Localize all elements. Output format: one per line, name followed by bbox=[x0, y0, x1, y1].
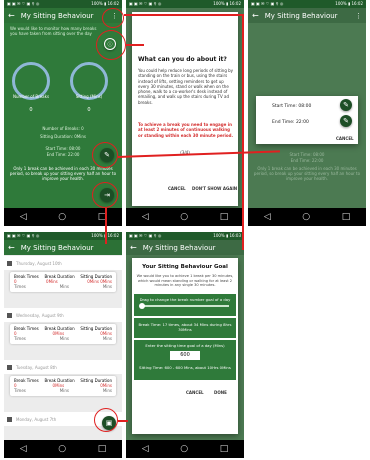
nav-bar: ◁ ○ □ bbox=[126, 440, 244, 458]
back-arrow-icon[interactable]: ← bbox=[252, 11, 259, 20]
nav-back-icon[interactable]: ◁ bbox=[20, 212, 27, 222]
connector-line bbox=[124, 14, 242, 16]
sitting-goal-input[interactable]: 600 bbox=[170, 351, 200, 360]
nav-recent-icon[interactable]: □ bbox=[220, 444, 229, 454]
app-title: My Sitting Behaviour bbox=[20, 243, 94, 252]
faded-end: End Time: 22:00 bbox=[290, 158, 324, 163]
help-cancel-button[interactable]: CANCEL bbox=[168, 186, 186, 191]
help-body: You could help reduce long periods of si… bbox=[138, 68, 234, 105]
sitting-value: 0 bbox=[87, 107, 91, 113]
sitting-label: Sitting (Mins) bbox=[75, 94, 103, 99]
calendar-icon bbox=[7, 416, 12, 422]
app-bar: ← My Sitting Behaviour bbox=[126, 240, 244, 255]
num-breaks-line: Number of Breaks: 0 bbox=[42, 126, 84, 131]
day-header: Thursday, August 10th bbox=[4, 256, 122, 270]
app-title: My Sitting Behaviour bbox=[264, 11, 338, 20]
breaks-label: Number of Breaks bbox=[12, 94, 50, 99]
status-bar: ▣ ▣ ✉ ♡ ▣ ⚲ ◎100% ▮ 16:02 bbox=[4, 0, 122, 8]
nav-recent-icon[interactable]: □ bbox=[98, 444, 107, 454]
footer-text: Only 1 break can be achieved in each 30 … bbox=[9, 166, 117, 181]
breaks-value: 0 bbox=[29, 107, 33, 113]
nav-home-icon[interactable]: ○ bbox=[180, 444, 188, 454]
goal-intro: We would like you to achieve 1 break per… bbox=[136, 274, 234, 288]
nav-home-icon[interactable]: ○ bbox=[58, 444, 66, 454]
day-card[interactable]: Break Times Break Duration Sitting Duratio… bbox=[10, 324, 116, 344]
day-header: Wednesday, August 9th bbox=[4, 308, 122, 322]
break-time-panel: Break Time: 17 times, about 34 Mins duri… bbox=[134, 318, 236, 338]
app-title: My Sitting Behaviour bbox=[142, 243, 216, 252]
nav-home-icon[interactable]: ○ bbox=[180, 212, 188, 222]
goal-slider[interactable] bbox=[139, 303, 229, 309]
back-arrow-icon[interactable]: ← bbox=[8, 11, 15, 20]
nav-bar: ◁ ○ □ bbox=[126, 208, 244, 226]
highlight-history-circle bbox=[92, 182, 118, 208]
screen-goal-dialog: ▣ ▣ ✉ ♡ ▣ ⚲ ◎ 100% ▮ 16:03 ← My Sitting B… bbox=[126, 232, 244, 458]
faded-start: Start Time: 08:00 bbox=[289, 152, 325, 157]
connector-line bbox=[126, 44, 144, 46]
highlight-goal-circle bbox=[94, 408, 118, 432]
goal-done-button[interactable]: DONE bbox=[214, 390, 227, 395]
status-bar: ▣ ▣ ✉ ♡ ▣ ⚲ ◎ 100% ▮ 16:03 bbox=[126, 232, 244, 240]
app-bar: ← My Sitting Behaviour ⋮ bbox=[248, 8, 366, 23]
status-bar: ▣ ▣ ✉ ♡ ▣ ⚲ ◎100% ▮ 16:02 bbox=[248, 0, 366, 8]
help-note: To achieve a break you need to engage in… bbox=[138, 122, 234, 138]
nav-bar: ◁ ○ □ bbox=[4, 440, 122, 458]
calendar-icon bbox=[7, 364, 12, 370]
goal-title: Your Sitting Behaviour Goal bbox=[142, 264, 228, 270]
screen-help-dialog: ▣ ▣ ✉ ♡ ▣ ⚲ ◎ 100% ▮ 16:02 What can you d… bbox=[126, 0, 244, 226]
goal-cancel-button[interactable]: CANCEL bbox=[186, 390, 204, 395]
nav-back-icon[interactable]: ◁ bbox=[142, 444, 149, 454]
dialog-end-time: End Time: 22:00 bbox=[272, 120, 309, 125]
nav-back-icon[interactable]: ◁ bbox=[142, 212, 149, 222]
edit-start-button[interactable]: ✎ bbox=[340, 99, 352, 111]
highlight-menu-circle bbox=[102, 8, 124, 28]
screen-time-dialog: ▣ ▣ ✉ ♡ ▣ ⚲ ◎ 100% ▮ 16:02 ← My Sitting B… bbox=[248, 0, 366, 226]
nav-home-icon[interactable]: ○ bbox=[58, 212, 66, 222]
time-cancel-button[interactable]: CANCEL bbox=[336, 136, 354, 141]
drag-panel: Drag to change the break number goal of … bbox=[134, 294, 236, 316]
day-card[interactable]: Break Times Break Duration Sitting Duratio… bbox=[10, 376, 116, 396]
highlight-info-circle bbox=[96, 30, 126, 60]
sitting-duration-line: Sitting Duration: 0Mins bbox=[40, 134, 86, 139]
status-bar: ▣ ▣ ✉ ♡ ▣ ⚲ ◎100% ▮ 16:02 bbox=[126, 0, 244, 8]
nav-bar: ◁ ○ □ bbox=[248, 208, 366, 226]
connector-line bbox=[105, 208, 107, 244]
time-dialog: Start Time: 08:00 ✎ End Time: 22:00 ✎ CA… bbox=[256, 96, 358, 144]
back-arrow-icon[interactable]: ← bbox=[8, 243, 15, 252]
connector-line bbox=[242, 14, 244, 250]
app-title: My Sitting Behaviour bbox=[20, 11, 94, 20]
day-card[interactable]: Break Times Break Duration Sitting Duratio… bbox=[10, 272, 116, 292]
nav-recent-icon[interactable]: □ bbox=[220, 212, 229, 222]
back-arrow-icon[interactable]: ← bbox=[130, 243, 137, 252]
nav-home-icon[interactable]: ○ bbox=[302, 212, 310, 222]
help-dialog: What can you do about it? You could help… bbox=[132, 12, 238, 206]
nav-recent-icon[interactable]: □ bbox=[342, 212, 351, 222]
faded-footer: Only 1 break can be achieved in each 30 … bbox=[253, 166, 361, 181]
dont-show-again-button[interactable]: DON'T SHOW AGAIN bbox=[192, 186, 237, 191]
goal-dialog: Your Sitting Behaviour Goal We would lik… bbox=[132, 258, 238, 434]
connector-line bbox=[118, 420, 128, 422]
intro-text: We would like to monitor how many breaks… bbox=[10, 26, 97, 36]
slider-thumb[interactable] bbox=[139, 303, 145, 309]
overflow-menu-icon[interactable]: ⋮ bbox=[355, 12, 362, 20]
edit-end-button[interactable]: ✎ bbox=[340, 115, 352, 127]
nav-back-icon[interactable]: ◁ bbox=[264, 212, 271, 222]
calendar-icon bbox=[7, 260, 12, 266]
help-title: What can you do about it? bbox=[138, 56, 227, 63]
day-header: Tuesday, August 8th bbox=[4, 360, 122, 374]
nav-back-icon[interactable]: ◁ bbox=[20, 444, 27, 454]
calendar-icon bbox=[7, 312, 12, 318]
sitting-goal-panel: Enter the sitting time goal of a day (Mi… bbox=[134, 340, 236, 380]
highlight-edit-circle bbox=[92, 142, 118, 168]
dialog-start-time: Start Time: 08:00 bbox=[272, 104, 312, 109]
